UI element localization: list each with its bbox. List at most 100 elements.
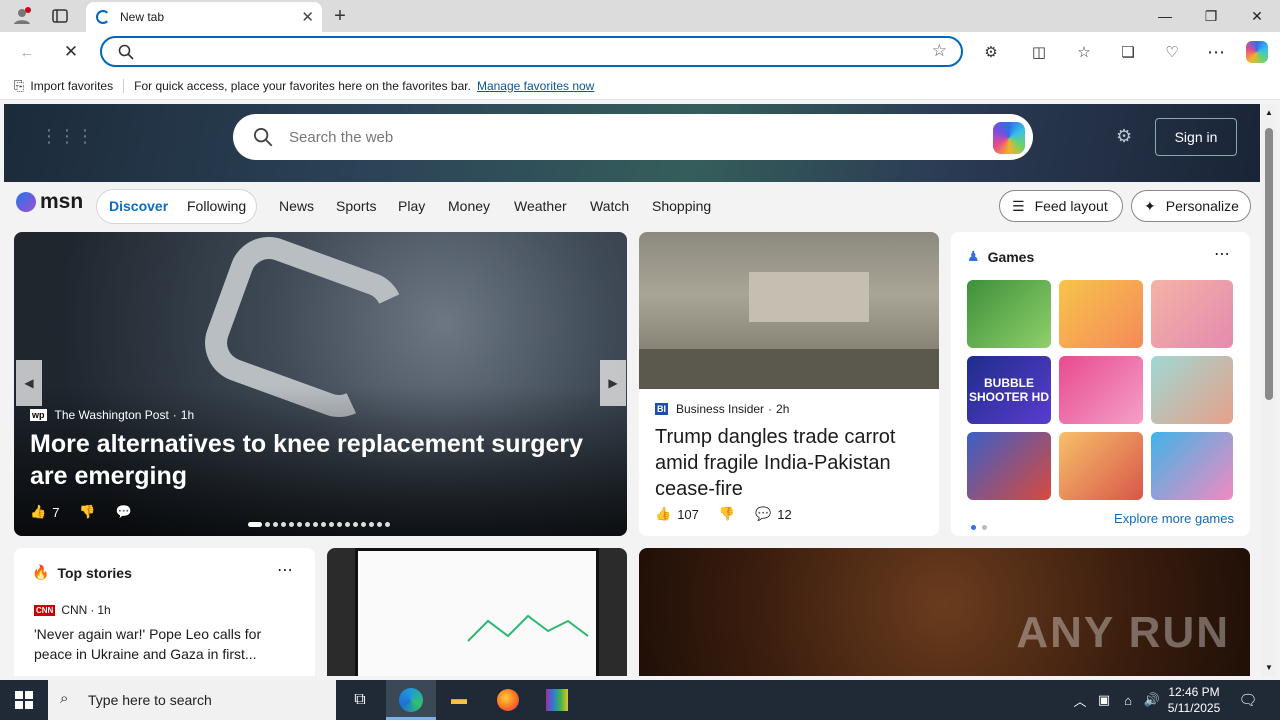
dislike-icon[interactable]: 👎 bbox=[79, 504, 95, 520]
favorite-star-icon[interactable]: ☆ bbox=[932, 41, 947, 61]
web-search-box[interactable]: Search the web bbox=[233, 114, 1033, 160]
tab-new-tab[interactable]: New tab ✕ bbox=[86, 2, 322, 32]
sign-in-button[interactable]: Sign in bbox=[1155, 118, 1237, 156]
taskbar-search-placeholder: Type here to search bbox=[88, 692, 212, 708]
ad-card[interactable] bbox=[327, 548, 627, 676]
minimize-button[interactable]: — bbox=[1142, 0, 1188, 32]
windows-start-icon[interactable] bbox=[12, 688, 36, 712]
comment-icon[interactable]: 💬 bbox=[755, 506, 771, 522]
scroll-down-icon[interactable]: ▼ bbox=[1265, 663, 1273, 672]
game-thumb-6[interactable] bbox=[1151, 356, 1233, 424]
side-story-card[interactable]: BI Business Insider · 2h Trump dangles t… bbox=[639, 232, 939, 536]
apps-grid-icon[interactable]: ⋮⋮⋮ bbox=[40, 126, 94, 147]
game-thumb-9[interactable] bbox=[1151, 432, 1233, 500]
stop-loading-icon[interactable]: ✕ bbox=[58, 40, 84, 64]
title-bar: New tab ✕ + — ❐ ✕ bbox=[0, 0, 1280, 32]
network-icon[interactable]: ⌂ bbox=[1116, 688, 1140, 712]
hero-headline[interactable]: More alternatives to knee replacement su… bbox=[30, 428, 610, 492]
scroll-up-icon[interactable]: ▲ bbox=[1265, 108, 1273, 117]
feature-story-card[interactable]: ANY RUN bbox=[639, 548, 1250, 676]
carousel-prev-button[interactable]: ◀ bbox=[16, 360, 42, 406]
search-icon bbox=[118, 44, 134, 60]
settings-gear-icon[interactable]: ⚙ bbox=[1116, 126, 1132, 147]
top-headline[interactable]: 'Never again war!' Pope Leo calls for pe… bbox=[34, 624, 296, 664]
tab-following[interactable]: Following bbox=[187, 198, 246, 214]
side-headline[interactable]: Trump dangles trade carrot amid fragile … bbox=[655, 424, 925, 502]
profile-icon[interactable] bbox=[10, 4, 34, 28]
restore-button[interactable]: ❐ bbox=[1188, 0, 1234, 32]
browser-essentials-icon[interactable]: ♡ bbox=[1159, 40, 1185, 64]
page-scrollbar[interactable]: ▲ ▼ bbox=[1262, 104, 1276, 676]
nav-shopping[interactable]: Shopping bbox=[652, 198, 711, 214]
side-story-image bbox=[639, 232, 939, 389]
side-likes: 107 bbox=[677, 506, 699, 522]
tray-overflow-icon[interactable]: ︿ bbox=[1068, 688, 1092, 712]
nav-weather[interactable]: Weather bbox=[514, 198, 567, 214]
comment-icon[interactable]: 💬 bbox=[116, 504, 132, 520]
file-explorer-icon[interactable]: ▬ bbox=[447, 688, 471, 712]
sliders-icon: ☰ bbox=[1012, 197, 1025, 214]
game-thumb-bubble-shooter[interactable]: BUBBLE SHOOTER HD bbox=[967, 356, 1051, 424]
games-more-icon[interactable]: ⋯ bbox=[1214, 244, 1230, 264]
like-icon[interactable]: 👍 bbox=[30, 504, 46, 520]
like-icon[interactable]: 👍 bbox=[655, 506, 671, 522]
tray-device-icon[interactable]: ▣ bbox=[1092, 688, 1116, 712]
close-tab-icon[interactable]: ✕ bbox=[301, 8, 314, 26]
notifications-icon[interactable]: 🗨 bbox=[1236, 688, 1260, 712]
winrar-icon[interactable] bbox=[545, 688, 569, 712]
collections-icon[interactable]: ❏ bbox=[1115, 40, 1141, 64]
personalize-label: Personalize bbox=[1165, 198, 1239, 214]
firefox-icon[interactable] bbox=[496, 688, 520, 712]
new-tab-icon[interactable]: + bbox=[328, 4, 352, 28]
top-stories-more-icon[interactable]: ⋯ bbox=[277, 560, 293, 580]
top-stories-card: 🔥 Top stories ⋯ CNN CNN · 1h 'Never agai… bbox=[14, 548, 315, 676]
nav-sports[interactable]: Sports bbox=[336, 198, 376, 214]
msn-logo[interactable]: msn bbox=[16, 190, 83, 214]
feed-tabs: Discover Following bbox=[96, 189, 257, 224]
edge-taskbar-item[interactable] bbox=[386, 680, 436, 720]
game-thumb-2[interactable] bbox=[1059, 280, 1143, 348]
address-bar[interactable]: ☆ bbox=[100, 36, 963, 67]
feed-layout-button[interactable]: ☰ Feed layout bbox=[999, 190, 1123, 222]
game-thumb-5[interactable] bbox=[1059, 356, 1143, 424]
close-window-button[interactable]: ✕ bbox=[1234, 0, 1280, 32]
nav-play[interactable]: Play bbox=[398, 198, 425, 214]
game-thumb-3[interactable] bbox=[1151, 280, 1233, 348]
game-thumb-7[interactable] bbox=[967, 432, 1051, 500]
task-view-icon[interactable]: ⧉ bbox=[348, 688, 372, 712]
games-pager[interactable] bbox=[971, 517, 987, 535]
extensions-icon[interactable]: ⚙ bbox=[978, 40, 1004, 64]
clock[interactable]: 12:46 PM 5/11/2025 bbox=[1166, 684, 1222, 716]
personalize-button[interactable]: ✦ Personalize bbox=[1131, 190, 1251, 222]
copilot-icon[interactable] bbox=[1244, 40, 1270, 64]
dislike-icon[interactable]: 👎 bbox=[719, 506, 735, 522]
carousel-dots[interactable] bbox=[248, 514, 393, 532]
volume-icon[interactable]: 🔊 bbox=[1140, 688, 1164, 712]
top-stories-title: Top stories bbox=[57, 564, 132, 581]
taskbar-search[interactable]: ⌕ Type here to search bbox=[48, 680, 336, 720]
back-icon[interactable]: ← bbox=[14, 40, 40, 64]
building-shape bbox=[749, 272, 869, 322]
scroll-thumb[interactable] bbox=[1265, 128, 1273, 400]
hero-likes: 7 bbox=[52, 504, 60, 520]
tab-discover[interactable]: Discover bbox=[109, 198, 168, 214]
tab-actions-icon[interactable] bbox=[48, 4, 72, 28]
nav-watch[interactable]: Watch bbox=[590, 198, 629, 214]
more-options-icon[interactable]: ⋯ bbox=[1203, 40, 1229, 64]
manage-favorites-link[interactable]: Manage favorites now bbox=[477, 79, 594, 93]
import-favorites-button[interactable]: Import favorites bbox=[30, 79, 113, 93]
copilot-search-icon[interactable] bbox=[993, 122, 1025, 154]
game-thumb-8[interactable] bbox=[1059, 432, 1143, 500]
games-card: ♟ Games ⋯ BUBBLE SHOOTER HD Explore more… bbox=[951, 232, 1250, 536]
favorites-icon[interactable]: ☆ bbox=[1071, 40, 1097, 64]
hero-story-card[interactable]: wp The Washington Post · 1h More alterna… bbox=[14, 232, 627, 536]
nav-money[interactable]: Money bbox=[448, 198, 490, 214]
tab-title: New tab bbox=[120, 10, 165, 24]
carousel-next-button[interactable]: ▶ bbox=[600, 360, 626, 406]
nav-news[interactable]: News bbox=[279, 198, 314, 214]
msn-butterfly-icon bbox=[16, 192, 36, 212]
explore-games-link[interactable]: Explore more games bbox=[1114, 511, 1234, 526]
split-screen-icon[interactable]: ◫ bbox=[1026, 40, 1052, 64]
game-thumb-1[interactable] bbox=[967, 280, 1051, 348]
edge-icon bbox=[399, 688, 423, 712]
